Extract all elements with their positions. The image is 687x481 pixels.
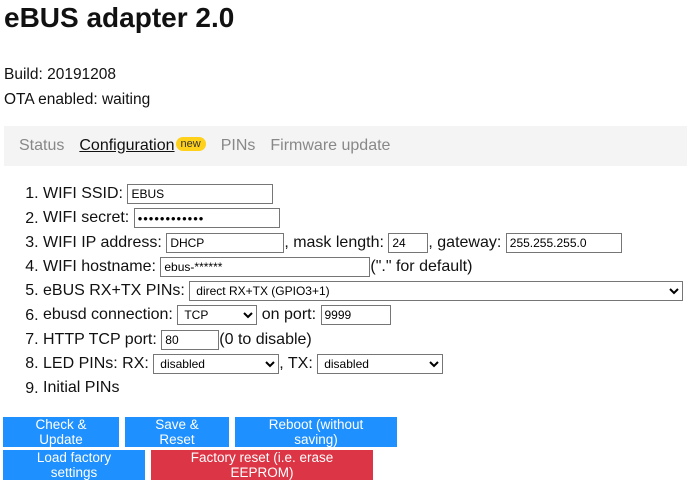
config-form: WIFI SSID: WIFI secret: WIFI IP address:… (4, 182, 684, 401)
http-port-hint: (0 to disable) (219, 330, 312, 348)
factory-reset-button[interactable]: Factory reset (i.e. erase EEPROM) (151, 450, 373, 480)
ebusd-connection-row: ebusd connection: TCP on port: (43, 303, 683, 327)
led-pins-row: LED PINs: RX: disabled, TX: disabled (43, 352, 683, 376)
hostname-hint: ("." for default) (370, 257, 473, 275)
wifi-ssid-input[interactable] (127, 184, 274, 204)
ebusd-port-input[interactable] (320, 305, 391, 326)
tab-configuration[interactable]: Configuration new (79, 137, 206, 155)
wifi-ssid-label: WIFI SSID: (43, 185, 123, 202)
build-info: Build: 20191208 (4, 66, 117, 83)
initial-pins-label: Initial PINs (43, 379, 120, 397)
wifi-ip-label: WIFI IP address: (43, 233, 162, 251)
mask-length-input[interactable] (388, 232, 429, 253)
load-factory-settings-button[interactable]: Load factory settings (3, 450, 145, 480)
tab-pins[interactable]: PINs (221, 137, 256, 155)
led-tx-select[interactable]: disabled (317, 354, 444, 375)
check-update-button[interactable]: Check & Update (3, 417, 119, 447)
ebus-pins-select[interactable]: direct RX+TX (GPIO3+1) (189, 281, 684, 302)
led-rx-label: LED PINs: RX: (43, 355, 149, 373)
gateway-input[interactable] (505, 232, 622, 253)
new-badge: new (175, 137, 206, 151)
wifi-secret-input[interactable] (133, 208, 280, 229)
page-title: eBUS adapter 2.0 (4, 2, 235, 33)
wifi-hostname-label: WIFI hostname: (43, 257, 156, 275)
wifi-ip-row: WIFI IP address: , mask length: , gatewa… (43, 231, 683, 255)
save-reset-button[interactable]: Save & Reset (125, 417, 229, 447)
button-row-primary: Check & Update Save & Reset Reboot (with… (3, 417, 397, 447)
wifi-secret-row: WIFI secret: (43, 206, 683, 230)
http-port-row: HTTP TCP port: (0 to disable) (43, 328, 683, 352)
led-tx-label: , TX: (279, 355, 313, 373)
led-rx-select[interactable]: disabled (153, 354, 280, 375)
wifi-hostname-row: WIFI hostname: ("." for default) (43, 255, 683, 279)
ebus-pins-label: eBUS RX+TX PINs: (43, 282, 185, 300)
ota-status: OTA enabled: waiting (4, 91, 151, 108)
ebus-pins-row: eBUS RX+TX PINs: direct RX+TX (GPIO3+1) (43, 279, 684, 303)
button-row-secondary: Load factory settings Factory reset (i.e… (3, 450, 373, 480)
reboot-button[interactable]: Reboot (without saving) (235, 417, 397, 447)
tab-configuration-label: Configuration (79, 137, 175, 154)
wifi-secret-label: WIFI secret: (43, 209, 130, 227)
mask-length-label: , mask length: (284, 233, 384, 251)
tab-firmware-update[interactable]: Firmware update (270, 137, 390, 155)
initial-pins-row: Initial PINs (43, 376, 683, 400)
wifi-ip-input[interactable] (166, 232, 285, 253)
wifi-hostname-input[interactable] (160, 256, 371, 277)
tab-bar: Status Configuration new PINs Firmware up… (4, 126, 687, 166)
gateway-label: , gateway: (428, 233, 502, 251)
http-port-label: HTTP TCP port: (43, 330, 157, 348)
ebusd-connection-select[interactable]: TCP (177, 305, 258, 326)
wifi-ssid-row: WIFI SSID: (43, 182, 683, 206)
tab-status[interactable]: Status (19, 137, 64, 155)
http-port-input[interactable] (161, 329, 220, 350)
port-label: on port: (261, 306, 317, 324)
ebusd-connection-label: ebusd connection: (43, 306, 173, 324)
